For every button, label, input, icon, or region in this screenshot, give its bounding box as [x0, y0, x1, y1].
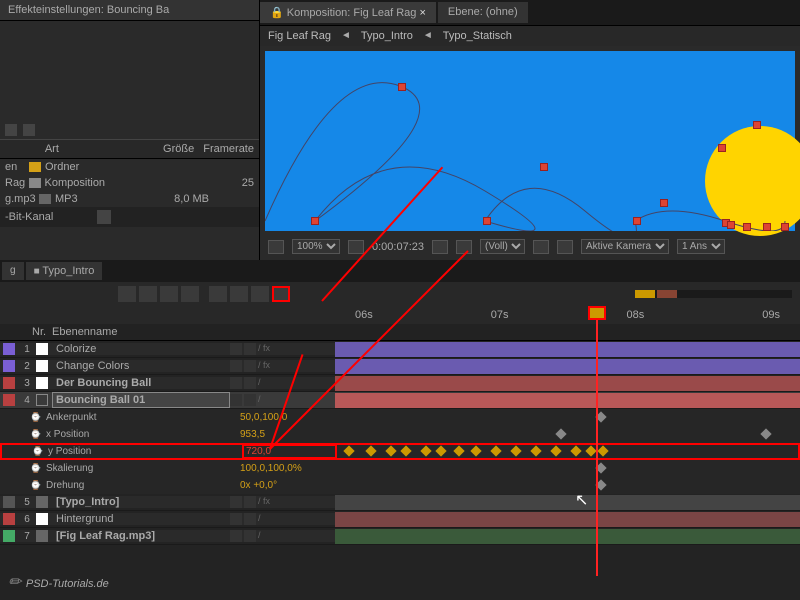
crumb[interactable]: Typo_Statisch [443, 30, 512, 42]
stopwatch-icon[interactable]: ⌚ [30, 429, 42, 441]
tab-composition[interactable]: 🔒 Komposition: Fig Leaf Rag × [260, 2, 436, 23]
layer-row[interactable]: 3Der Bouncing Ball/ [0, 375, 800, 392]
col-number: Nr. [32, 326, 52, 338]
col-size[interactable]: Größe [144, 143, 194, 155]
region-icon[interactable] [533, 240, 549, 254]
motion-blur-icon[interactable] [160, 286, 178, 302]
col-type[interactable]: Art [45, 143, 145, 155]
brainstorm-icon[interactable] [181, 286, 199, 302]
timecode-display[interactable]: 0:00:07:23 [372, 241, 424, 253]
shy-icon[interactable] [118, 286, 136, 302]
effect-settings-header: Effekteinstellungen: Bouncing Ba [0, 0, 259, 21]
keyframe-handle[interactable] [743, 223, 751, 231]
property-row-y-position[interactable]: ⌚y Position720,0 [0, 443, 800, 460]
layer-row[interactable]: 6Hintergrund/ [0, 511, 800, 528]
live-update-icon[interactable] [251, 286, 269, 302]
time-label: 09s [762, 309, 780, 321]
property-row[interactable]: ⌚Ankerpunkt50,0,100,0 [0, 409, 800, 426]
composition-icon [29, 178, 41, 188]
grid-icon[interactable] [268, 240, 284, 254]
search-icon[interactable] [5, 124, 17, 136]
motion-path [265, 51, 795, 231]
time-label: 08s [627, 309, 645, 321]
frame-blend-icon[interactable] [139, 286, 157, 302]
bit-depth-label[interactable]: -Bit-Kanal [5, 211, 53, 223]
layer-row[interactable]: 5[Typo_Intro]/ fx [0, 494, 800, 511]
folder-icon [29, 162, 41, 172]
playhead[interactable] [596, 306, 598, 576]
project-item[interactable]: Rag Komposition 25 [0, 175, 259, 191]
views-dropdown[interactable]: 1 Ans [677, 239, 725, 254]
keyframe-handle[interactable] [753, 121, 761, 129]
timeline-tab[interactable]: g [2, 262, 24, 280]
stopwatch-icon[interactable]: ⌚ [32, 446, 44, 458]
resolution-dropdown[interactable]: (Voll) [480, 239, 525, 254]
project-columns: Art Größe Framerate [0, 140, 259, 159]
layer-row[interactable]: 7[Fig Leaf Rag.mp3]/ [0, 528, 800, 545]
keyframe-handle[interactable] [781, 223, 789, 231]
cursor-icon: ↖ [575, 490, 588, 510]
trash-icon[interactable] [97, 210, 111, 224]
camera-dropdown[interactable]: Aktive Kamera [581, 239, 669, 254]
keyframe-handle[interactable] [398, 83, 406, 91]
property-row[interactable]: ⌚Drehung0x +0,0° [0, 477, 800, 494]
keyframe-handle[interactable] [483, 217, 491, 225]
layer-row-selected[interactable]: 4Bouncing Ball 01/ [0, 392, 800, 409]
layer-row[interactable]: 1Colorize/ fx [0, 341, 800, 358]
graph-editor-button[interactable] [272, 286, 290, 302]
tab-layer[interactable]: Ebene: (ohne) [438, 2, 528, 23]
comp-breadcrumbs: Fig Leaf Rag◄ Typo_Intro◄ Typo_Statisch [260, 26, 800, 46]
cti-head[interactable] [588, 306, 606, 320]
keyframe-handle[interactable] [540, 163, 548, 171]
timeline-tab[interactable]: ■ Typo_Intro [26, 262, 103, 280]
lock-icon: 🔒 [270, 7, 284, 19]
y-position-value: 720,0 [242, 444, 337, 459]
layer-row[interactable]: 2Change Colors/ fx [0, 358, 800, 375]
keyframe-handle[interactable] [763, 223, 771, 231]
time-label: 07s [491, 309, 509, 321]
keyframe-handle[interactable] [660, 199, 668, 207]
stopwatch-icon[interactable]: ⌚ [30, 480, 42, 492]
crumb[interactable]: Typo_Intro [361, 30, 413, 42]
project-item[interactable]: g.mp3 MP3 8,0 MB [0, 191, 259, 207]
keyframe-handle[interactable] [311, 217, 319, 225]
draft-3d-icon[interactable] [230, 286, 248, 302]
tag-icon[interactable] [23, 124, 35, 136]
property-row[interactable]: ⌚x Position953,5 [0, 426, 800, 443]
keyframe-handle[interactable] [718, 144, 726, 152]
project-item[interactable]: en Ordner [0, 159, 259, 175]
watermark: ✏ PSD-Tutorials.de [8, 572, 109, 592]
auto-keyframe-icon[interactable] [209, 286, 227, 302]
channel-icon[interactable] [456, 240, 472, 254]
stopwatch-icon[interactable]: ⌚ [30, 463, 42, 475]
col-framerate[interactable]: Framerate [194, 143, 254, 155]
keyframe-handle[interactable] [633, 217, 641, 225]
crumb[interactable]: Fig Leaf Rag [268, 30, 331, 42]
project-header [0, 121, 259, 140]
transparency-icon[interactable] [557, 240, 573, 254]
col-layername: Ebenenname [52, 326, 222, 338]
snapshot-icon[interactable] [432, 240, 448, 254]
zoom-dropdown[interactable]: 100% [292, 239, 340, 254]
property-row[interactable]: ⌚Skalierung100,0,100,0% [0, 460, 800, 477]
aspect-icon[interactable] [348, 240, 364, 254]
time-label: 06s [355, 309, 373, 321]
composition-viewer[interactable] [265, 51, 795, 231]
audio-icon [39, 194, 51, 204]
keyframe-handle[interactable] [727, 221, 735, 229]
stopwatch-icon[interactable]: ⌚ [30, 412, 42, 424]
